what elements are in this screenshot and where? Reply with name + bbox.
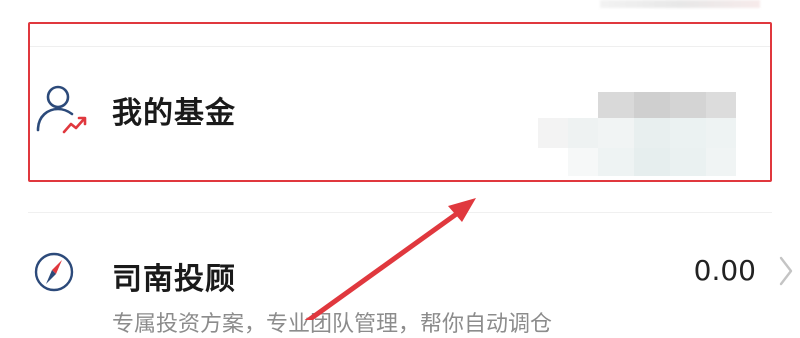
advisor-value: 0.00 — [693, 254, 756, 287]
redacted-amount — [538, 90, 736, 182]
section-divider — [28, 212, 772, 213]
advisor-title: 司南投顾 — [112, 262, 236, 297]
row-separator — [30, 46, 770, 47]
blurred-header-content — [600, 0, 760, 8]
advisor-subtitle: 专属投资方案，专业团队管理，帮你自动调仓 — [112, 312, 553, 337]
my-fund-title: 我的基金 — [112, 96, 236, 131]
chevron-right-icon[interactable] — [778, 254, 794, 288]
top-strip — [0, 0, 800, 16]
user-chart-icon — [34, 82, 88, 138]
compass-icon — [32, 250, 74, 298]
